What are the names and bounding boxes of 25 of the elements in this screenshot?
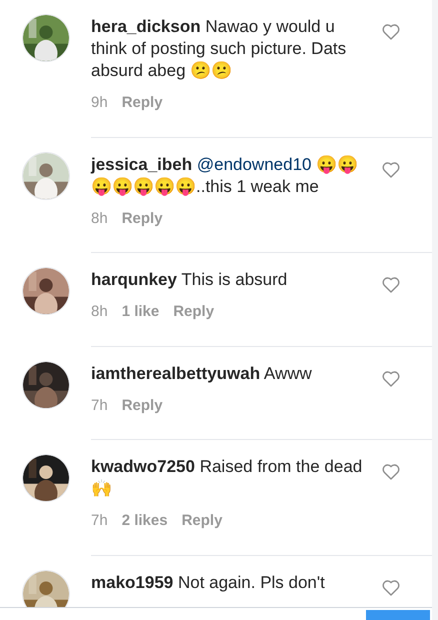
reply-link[interactable]: Reply [122, 92, 163, 114]
reply-link[interactable]: Reply [122, 394, 163, 417]
reply-link[interactable]: Reply [173, 301, 214, 324]
comment-text: jessica_ibeh @endowned10 😛😛😛😛😛😛😛..this 1 weak me [91, 154, 360, 198]
likes-link[interactable]: 1 like [122, 301, 160, 324]
comment-text: mako1959 Not again. Pls don't [91, 572, 326, 594]
mention-link[interactable]: @endowned10 [196, 154, 312, 174]
timestamp: 7h [91, 396, 108, 416]
heart-icon[interactable] [382, 277, 400, 293]
likes-link[interactable]: 2 likes [122, 510, 168, 532]
comment-text: harqunkey This is absurd [91, 269, 288, 291]
comment-text: hera_dickson Nawao y would u think of posting such picture. Dats absurd abeg 😕😕 [91, 16, 348, 82]
reply-link[interactable]: Reply [182, 510, 222, 532]
heart-icon[interactable] [382, 24, 400, 40]
heart-icon[interactable] [382, 464, 400, 480]
heart-icon[interactable] [382, 370, 400, 386]
comment-text: iamtherealbettyuwah Awww [91, 362, 313, 384]
reply-link[interactable]: Reply [122, 208, 163, 230]
timestamp: 8h [91, 208, 108, 228]
comment-text: kwadwo7250 Raised from the dead🙌 [91, 456, 364, 500]
timestamp: 9h [91, 93, 108, 113]
heart-icon[interactable] [382, 580, 400, 596]
timestamp: 7h [91, 511, 108, 531]
timestamp: 8h [91, 302, 108, 322]
heart-icon[interactable] [382, 162, 400, 178]
